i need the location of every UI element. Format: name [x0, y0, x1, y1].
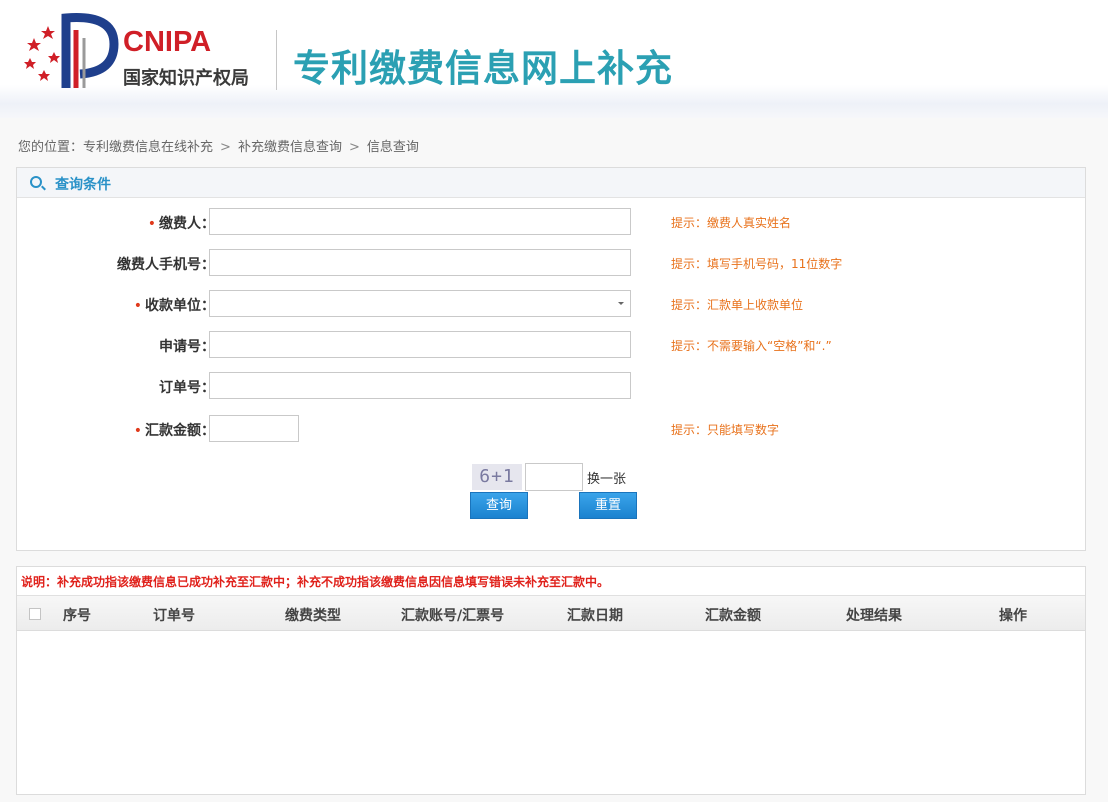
- breadcrumb-item[interactable]: 补充缴费信息查询: [238, 140, 342, 155]
- amount-hint: 提示：只能填写数字: [671, 423, 780, 437]
- select-all-checkbox[interactable]: [29, 608, 41, 620]
- amount-input[interactable]: [209, 415, 299, 442]
- captcha-input[interactable]: [525, 463, 583, 491]
- application-no-hint: 提示：不需要输入“空格”和“.”: [671, 339, 832, 353]
- payer-row: • 缴费人： 提示：缴费人真实姓名: [17, 208, 1085, 236]
- results-table-header: 序号 订单号 缴费类型 汇款账号/汇票号 汇款日期 汇款金额 处理结果 操作: [17, 595, 1085, 631]
- reset-button[interactable]: 重置: [579, 492, 637, 519]
- amount-row: • 汇款金额： 提示：只能填写数字: [17, 415, 1085, 443]
- breadcrumb-item[interactable]: 专利缴费信息在线补充: [83, 140, 213, 155]
- column-header-result: 处理结果: [846, 608, 902, 624]
- header-divider: [276, 30, 277, 90]
- column-header-remit-amount: 汇款金额: [705, 608, 761, 624]
- page-title: 专利缴费信息网上补充: [293, 47, 673, 90]
- results-panel: 说明：补充成功指该缴费信息已成功补充至汇款中；补充不成功指该缴费信息因信息填写错…: [16, 566, 1086, 795]
- breadcrumb-separator: >: [220, 140, 231, 155]
- payer-label: • 缴费人：: [147, 216, 215, 232]
- breadcrumb-prefix: 您的位置：: [18, 140, 84, 155]
- column-header-remit-account: 汇款账号/汇票号: [401, 608, 505, 624]
- application-no-row: 申请号： 提示：不需要输入“空格”和“.”: [17, 331, 1085, 359]
- captcha-refresh-link[interactable]: 换一张: [587, 468, 626, 487]
- column-header-payment-type: 缴费类型: [285, 608, 341, 624]
- phone-input[interactable]: [209, 249, 631, 276]
- payee-row: • 收款单位： 提示：汇款单上收款单位: [17, 290, 1085, 318]
- breadcrumb-current: 信息查询: [366, 140, 419, 155]
- column-header-order-no: 订单号: [153, 608, 195, 624]
- query-panel: 查询条件 • 缴费人： 提示：缴费人真实姓名 缴费人手机号： 提示：填写手机号码，…: [16, 167, 1086, 551]
- logo-text-en: CNIPA: [123, 26, 212, 58]
- application-no-input[interactable]: [209, 331, 631, 358]
- phone-row: 缴费人手机号： 提示：填写手机号码，11位数字: [17, 249, 1085, 277]
- application-no-label: 申请号：: [159, 339, 215, 355]
- results-note: 说明：补充成功指该缴费信息已成功补充至汇款中；补充不成功指该缴费信息因信息填写错…: [21, 575, 610, 589]
- breadcrumb-separator: >: [348, 140, 360, 155]
- payer-input[interactable]: [209, 208, 631, 235]
- search-icon: [30, 176, 42, 188]
- order-no-label: 订单号：: [159, 380, 215, 396]
- column-header-remit-date: 汇款日期: [567, 608, 623, 624]
- query-panel-header: 查询条件: [17, 168, 1085, 198]
- payee-select[interactable]: [209, 290, 631, 317]
- phone-hint: 提示：填写手机号码，11位数字: [671, 257, 843, 271]
- logo-text-cn: 国家知识产权局: [123, 68, 249, 89]
- column-header-index: 序号: [63, 608, 91, 624]
- cnipa-emblem-icon: [24, 13, 119, 88]
- chevron-down-icon: [618, 302, 624, 305]
- payee-label: • 收款单位：: [133, 298, 215, 314]
- cnipa-logo: CNIPA 国家知识产权局: [18, 12, 268, 92]
- required-mark: •: [133, 298, 142, 314]
- query-button[interactable]: 查询: [470, 492, 528, 519]
- order-no-row: 订单号：: [17, 372, 1085, 400]
- query-panel-title: 查询条件: [55, 177, 111, 193]
- amount-label: • 汇款金额：: [133, 423, 215, 439]
- order-no-input[interactable]: [209, 372, 631, 399]
- page-header: CNIPA 国家知识产权局 专利缴费信息网上补充: [0, 0, 1108, 118]
- breadcrumb: 您的位置：专利缴费信息在线补充 > 补充缴费信息查询 > 信息查询: [18, 136, 419, 155]
- payee-hint: 提示：汇款单上收款单位: [671, 298, 804, 312]
- required-mark: •: [133, 423, 142, 439]
- column-header-action: 操作: [999, 608, 1027, 624]
- captcha-image: 6+1: [472, 464, 522, 490]
- phone-label: 缴费人手机号：: [117, 257, 215, 273]
- required-mark: •: [147, 216, 156, 232]
- payer-hint: 提示：缴费人真实姓名: [671, 216, 792, 230]
